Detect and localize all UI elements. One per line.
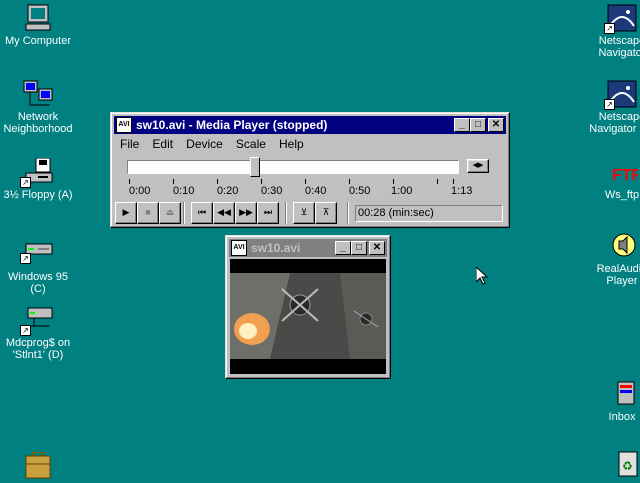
selection-buttons[interactable]: ◀▶ bbox=[467, 159, 489, 173]
desktop-icon-netscape-navigator[interactable]: ↗ Netscape Navigator bbox=[584, 4, 640, 59]
desktop-icon-label: Windows 95 (C) bbox=[8, 271, 68, 295]
seek-track[interactable] bbox=[127, 157, 459, 177]
desktop-icon-briefcase[interactable] bbox=[0, 451, 76, 483]
minimize-button[interactable]: _ bbox=[454, 118, 470, 132]
desktop-icon-windows95-c[interactable]: ↗ Windows 95 (C) bbox=[0, 240, 76, 295]
shortcut-arrow-icon: ↗ bbox=[20, 253, 31, 264]
desktop-icon-network-neighborhood[interactable]: Network Neighborhood bbox=[0, 80, 76, 135]
play-button[interactable]: ▶ bbox=[115, 202, 137, 224]
mouse-cursor-icon bbox=[476, 267, 488, 285]
video-window[interactable]: AVI sw10.avi _ □ ✕ bbox=[225, 235, 391, 379]
desktop-icon-realaudio[interactable]: RealAudio Player bbox=[584, 232, 640, 287]
shortcut-arrow-icon: ↗ bbox=[20, 325, 31, 336]
scale-label-3: 0:30 bbox=[261, 185, 283, 197]
netscape-icon: ↗ bbox=[604, 4, 638, 34]
desktop-icon-netscape-navigator-2[interactable]: ↗ Netscape Navigator 2.0 bbox=[584, 80, 640, 135]
desktop-icon-label: Netscape Navigator bbox=[598, 35, 640, 59]
desktop-icon-label: Inbox bbox=[608, 411, 636, 423]
network-drive-icon: ↗ bbox=[20, 306, 54, 336]
floppy-drive-icon: ↗ bbox=[20, 157, 54, 188]
menu-help[interactable]: Help bbox=[274, 135, 309, 153]
netscape-icon: ↗ bbox=[604, 80, 638, 110]
previous-mark-button[interactable]: ⏮ bbox=[191, 202, 213, 224]
minimize-button[interactable]: _ bbox=[335, 241, 351, 255]
video-frame-image bbox=[230, 259, 386, 374]
close-button[interactable]: ✕ bbox=[488, 118, 504, 132]
control-separator bbox=[285, 202, 287, 224]
seek-thumb[interactable] bbox=[250, 157, 260, 177]
control-separator bbox=[183, 202, 185, 224]
video-titlebar[interactable]: AVI sw10.avi _ □ ✕ bbox=[229, 239, 387, 257]
media-player-titlebar[interactable]: AVI sw10.avi - Media Player (stopped) _ … bbox=[114, 116, 506, 134]
shortcut-arrow-icon: ↗ bbox=[604, 99, 615, 110]
stop-button[interactable]: ■ bbox=[137, 202, 159, 224]
svg-text:FTP: FTP bbox=[612, 167, 638, 184]
end-selection-button[interactable]: ⊼ bbox=[315, 202, 337, 224]
hard-drive-icon: ↗ bbox=[20, 240, 54, 268]
menu-file[interactable]: File bbox=[115, 135, 144, 153]
network-icon bbox=[22, 80, 54, 108]
maximize-button[interactable]: □ bbox=[470, 118, 486, 132]
scale-label-0: 0:00 bbox=[129, 185, 151, 197]
scale-label-2: 0:20 bbox=[217, 185, 239, 197]
video-app-icon[interactable]: AVI bbox=[231, 240, 247, 256]
desktop-icon-floppy[interactable]: ↗ 3½ Floppy (A) bbox=[0, 157, 76, 201]
scale-label-6: 1:00 bbox=[391, 185, 413, 197]
desktop-icon-label: 3½ Floppy (A) bbox=[3, 189, 73, 201]
desktop-icon-label: Network Neighborhood bbox=[3, 111, 73, 135]
scale-label-5: 0:50 bbox=[349, 185, 371, 197]
scale-label-7: 1:13 bbox=[451, 185, 473, 197]
position-readout: 00:28 (min:sec) bbox=[355, 205, 503, 222]
control-separator bbox=[347, 202, 349, 224]
briefcase-icon bbox=[22, 451, 54, 480]
computer-icon bbox=[22, 4, 54, 32]
ftp-icon: FTP bbox=[606, 158, 640, 186]
desktop-icon-inbox[interactable]: Inbox bbox=[584, 380, 640, 423]
start-selection-button[interactable]: ⊻ bbox=[293, 202, 315, 224]
desktop-icon-label: RealAudio Player bbox=[596, 263, 640, 287]
media-player-app-icon[interactable]: AVI bbox=[116, 117, 132, 133]
desktop-icon-label: Netscape Navigator 2.0 bbox=[589, 111, 640, 135]
menu-bar: File Edit Device Scale Help bbox=[115, 135, 309, 153]
realaudio-icon bbox=[606, 232, 638, 260]
desktop-icon-label: My Computer bbox=[4, 35, 72, 47]
menu-edit[interactable]: Edit bbox=[147, 135, 178, 153]
desktop-icon-label: Mdcprog$ on 'Stlnt1' (D) bbox=[5, 337, 71, 361]
fast-forward-button[interactable]: ▶▶ bbox=[235, 202, 257, 224]
window-title: sw10.avi - Media Player (stopped) bbox=[136, 118, 328, 132]
video-frame bbox=[230, 259, 386, 374]
menu-scale[interactable]: Scale bbox=[231, 135, 271, 153]
next-mark-button[interactable]: ⏭ bbox=[257, 202, 279, 224]
media-player-window[interactable]: AVI sw10.avi - Media Player (stopped) _ … bbox=[110, 112, 510, 228]
desktop-icon-recycle-bin[interactable]: ♻ bbox=[584, 450, 640, 481]
desktop-icon-my-computer[interactable]: My Computer bbox=[0, 4, 76, 47]
desktop-icon-network-drive-d[interactable]: ↗ Mdcprog$ on 'Stlnt1' (D) bbox=[0, 306, 76, 361]
desktop-icon-label: Ws_ftp bbox=[604, 189, 640, 201]
shortcut-arrow-icon: ↗ bbox=[20, 177, 31, 188]
close-button[interactable]: ✕ bbox=[369, 241, 385, 255]
desktop-icon-ws-ftp[interactable]: FTP Ws_ftp bbox=[584, 158, 640, 201]
recycle-bin-icon: ♻ bbox=[606, 450, 638, 478]
maximize-button[interactable]: □ bbox=[351, 241, 367, 255]
rewind-button[interactable]: ◀◀ bbox=[213, 202, 235, 224]
shortcut-arrow-icon: ↗ bbox=[604, 23, 615, 34]
svg-text:♻: ♻ bbox=[622, 459, 633, 473]
eject-button[interactable]: ⏏ bbox=[159, 202, 181, 224]
menu-device[interactable]: Device bbox=[181, 135, 228, 153]
video-window-title: sw10.avi bbox=[251, 241, 301, 255]
inbox-icon bbox=[606, 380, 638, 408]
scale-label-4: 0:40 bbox=[305, 185, 327, 197]
scale-label-1: 0:10 bbox=[173, 185, 195, 197]
